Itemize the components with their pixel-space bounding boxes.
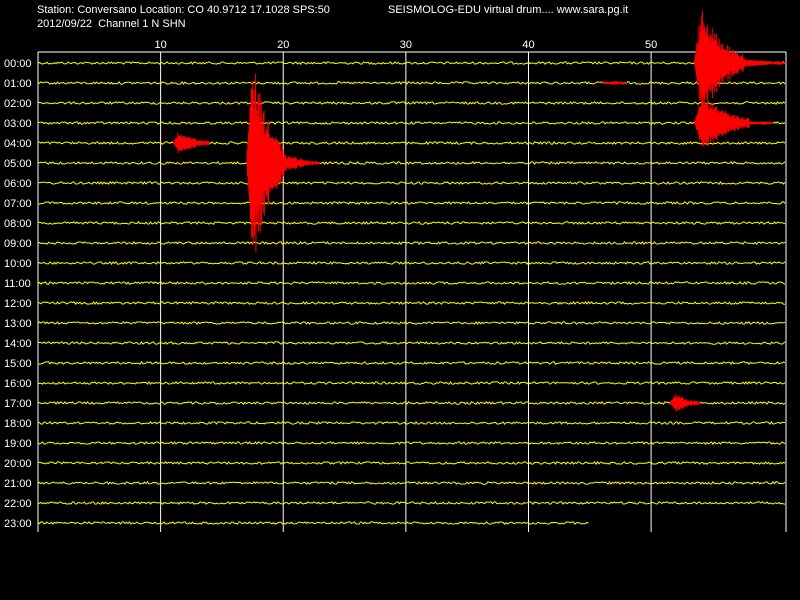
y-tick-label: 12:00 [4,298,32,310]
y-tick-label: 13:00 [4,318,32,330]
x-tick-labels: 10 20 30 40 50 [154,39,657,51]
y-tick-label: 16:00 [4,378,32,390]
y-tick-label: 02:00 [4,98,32,110]
y-tick-label: 10:00 [4,258,32,270]
trace-1000 [37,260,786,266]
y-tick-label: 00:00 [4,58,32,70]
y-tick-label: 01:00 [4,78,32,90]
y-tick-label: 20:00 [4,458,32,470]
y-tick-label: 08:00 [4,218,32,230]
seismogram-drum-chart: 10 20 30 40 50 00:00 01:00 02:00 03:00 04:00 05:0… [4,10,787,532]
trace-2100 [37,480,786,486]
trace-1100 [37,281,786,286]
trace-0600 [37,180,786,185]
trace-0300 [37,120,786,125]
trace-1300 [37,321,786,326]
event-1700 [669,394,701,412]
event-0300 [693,99,774,147]
event-0400 [172,132,211,154]
y-tick-label: 15:00 [4,358,32,370]
x-tick-label: 10 [154,39,166,51]
y-tick-label: 17:00 [4,398,32,410]
trace-1500 [37,360,786,366]
trace-2300 [37,520,589,526]
y-tick-label: 19:00 [4,438,32,450]
trace-0500 [37,161,786,166]
trace-2000 [37,460,786,466]
y-tick-label: 14:00 [4,338,32,350]
trace-1800 [37,420,785,425]
trace-0200 [37,100,786,106]
trace-1600 [37,380,786,386]
x-tick-label: 50 [645,39,657,51]
y-tick-label: 22:00 [4,498,32,510]
trace-0700 [37,201,786,206]
y-tick-label: 04:00 [4,138,32,150]
trace-0400 [37,140,786,146]
trace-0100 [37,80,786,85]
y-tick-label: 03:00 [4,118,32,130]
trace-1900 [37,441,786,446]
y-tick-label: 09:00 [4,238,32,250]
y-tick-label: 21:00 [4,478,32,490]
trace-1400 [37,341,786,345]
trace-0800 [37,221,786,225]
y-tick-label: 18:00 [4,418,32,430]
trace-0000 [37,61,786,65]
seismic-events [172,10,787,412]
x-tick-label: 30 [400,39,412,51]
y-tick-label: 06:00 [4,178,32,190]
y-tick-label: 07:00 [4,198,32,210]
trace-1200 [37,300,785,305]
y-tick-labels: 00:00 01:00 02:00 03:00 04:00 05:00 06:00 07:00… [4,58,32,530]
x-tick-label: 40 [522,39,534,51]
seismic-traces [37,61,786,526]
trace-2200 [37,501,786,506]
x-tick-label: 20 [277,39,289,51]
y-tick-label: 23:00 [4,518,32,530]
event-0000 [693,10,787,116]
y-tick-label: 05:00 [4,158,32,170]
trace-0900 [37,240,786,246]
y-tick-label: 11:00 [4,278,31,290]
